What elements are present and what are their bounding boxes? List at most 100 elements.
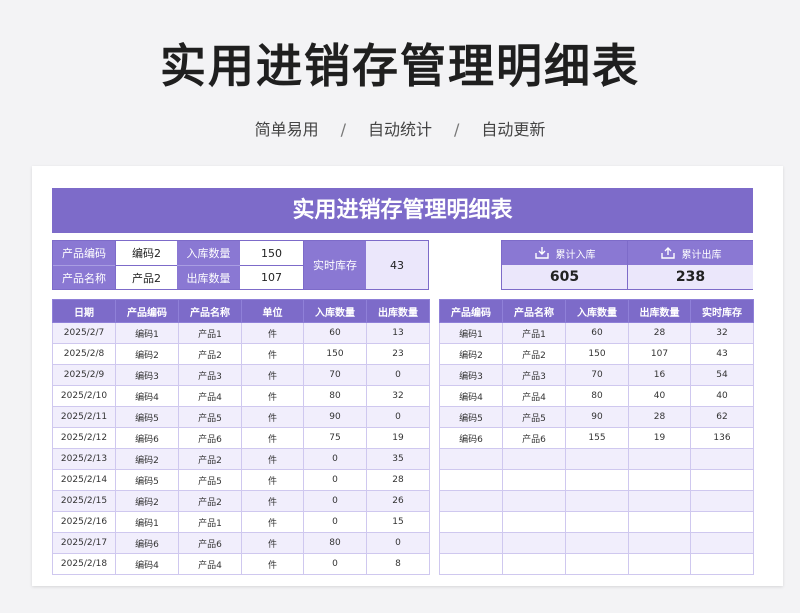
table-cell[interactable]: 编码1 [115, 511, 179, 533]
table-cell[interactable]: 编码2 [115, 343, 179, 365]
table-cell[interactable]: 19 [628, 427, 691, 449]
table-cell[interactable]: 2025/2/10 [52, 385, 116, 407]
table-cell[interactable]: 155 [565, 427, 629, 449]
table-cell[interactable] [565, 511, 629, 533]
table-cell[interactable]: 90 [565, 406, 629, 428]
table-cell[interactable]: 2025/2/16 [52, 511, 116, 533]
table-cell[interactable]: 产品2 [178, 490, 242, 512]
table-cell[interactable] [565, 469, 629, 491]
table-cell[interactable]: 编码2 [115, 448, 179, 470]
table-cell[interactable]: 60 [303, 322, 367, 344]
table-cell[interactable]: 40 [690, 385, 754, 407]
table-cell[interactable]: 43 [690, 343, 754, 365]
table-cell[interactable]: 26 [366, 490, 430, 512]
table-cell[interactable]: 13 [366, 322, 430, 344]
table-cell[interactable]: 62 [690, 406, 754, 428]
table-cell[interactable]: 编码4 [115, 553, 179, 575]
table-cell[interactable]: 2025/2/18 [52, 553, 116, 575]
table-cell[interactable]: 产品5 [502, 406, 566, 428]
table-cell[interactable] [565, 553, 629, 575]
table-cell[interactable] [690, 532, 754, 554]
table-cell[interactable]: 产品2 [178, 448, 242, 470]
table-cell[interactable] [690, 469, 754, 491]
table-cell[interactable]: 产品3 [502, 364, 566, 386]
table-cell[interactable]: 产品5 [178, 406, 242, 428]
table-cell[interactable]: 编码1 [115, 322, 179, 344]
table-cell[interactable]: 150 [303, 343, 367, 365]
table-cell[interactable] [439, 448, 503, 470]
table-cell[interactable] [502, 553, 566, 575]
table-cell[interactable]: 编码6 [115, 532, 179, 554]
table-cell[interactable]: 0 [366, 364, 430, 386]
table-cell[interactable] [439, 532, 503, 554]
table-cell[interactable]: 产品3 [178, 364, 242, 386]
table-cell[interactable]: 产品2 [502, 343, 566, 365]
table-cell[interactable]: 80 [303, 532, 367, 554]
table-cell[interactable]: 2025/2/7 [52, 322, 116, 344]
table-cell[interactable]: 80 [565, 385, 629, 407]
table-cell[interactable]: 件 [241, 322, 304, 344]
table-cell[interactable]: 产品6 [502, 427, 566, 449]
table-cell[interactable]: 2025/2/11 [52, 406, 116, 428]
table-cell[interactable]: 23 [366, 343, 430, 365]
table-cell[interactable]: 2025/2/9 [52, 364, 116, 386]
table-cell[interactable]: 件 [241, 343, 304, 365]
table-cell[interactable] [690, 553, 754, 575]
table-cell[interactable]: 产品1 [178, 511, 242, 533]
table-cell[interactable]: 90 [303, 406, 367, 428]
table-cell[interactable]: 编码4 [439, 385, 503, 407]
table-cell[interactable]: 2025/2/15 [52, 490, 116, 512]
table-cell[interactable]: 15 [366, 511, 430, 533]
table-cell[interactable] [502, 448, 566, 470]
table-cell[interactable]: 件 [241, 553, 304, 575]
table-cell[interactable]: 60 [565, 322, 629, 344]
table-cell[interactable]: 16 [628, 364, 691, 386]
table-cell[interactable]: 件 [241, 532, 304, 554]
table-cell[interactable]: 编码3 [439, 364, 503, 386]
table-cell[interactable]: 32 [366, 385, 430, 407]
table-cell[interactable] [439, 490, 503, 512]
table-cell[interactable]: 150 [565, 343, 629, 365]
table-cell[interactable]: 0 [366, 406, 430, 428]
table-cell[interactable]: 0 [303, 511, 367, 533]
table-cell[interactable] [565, 490, 629, 512]
table-cell[interactable]: 0 [303, 553, 367, 575]
table-cell[interactable]: 件 [241, 406, 304, 428]
table-cell[interactable] [565, 448, 629, 470]
table-cell[interactable] [628, 532, 691, 554]
table-cell[interactable] [690, 448, 754, 470]
table-cell[interactable] [565, 532, 629, 554]
table-cell[interactable]: 件 [241, 385, 304, 407]
table-cell[interactable]: 产品2 [178, 343, 242, 365]
table-cell[interactable]: 产品1 [178, 322, 242, 344]
table-cell[interactable]: 2025/2/14 [52, 469, 116, 491]
table-cell[interactable]: 产品5 [178, 469, 242, 491]
table-cell[interactable] [690, 490, 754, 512]
table-cell[interactable]: 40 [628, 385, 691, 407]
table-cell[interactable]: 编码5 [439, 406, 503, 428]
table-cell[interactable]: 54 [690, 364, 754, 386]
table-cell[interactable] [439, 553, 503, 575]
table-cell[interactable]: 件 [241, 427, 304, 449]
table-cell[interactable] [628, 448, 691, 470]
table-cell[interactable]: 70 [303, 364, 367, 386]
table-cell[interactable]: 件 [241, 511, 304, 533]
table-cell[interactable] [439, 511, 503, 533]
table-cell[interactable]: 136 [690, 427, 754, 449]
table-cell[interactable] [690, 511, 754, 533]
table-cell[interactable] [502, 490, 566, 512]
table-cell[interactable]: 28 [628, 322, 691, 344]
table-cell[interactable]: 件 [241, 469, 304, 491]
table-cell[interactable]: 0 [303, 469, 367, 491]
table-cell[interactable]: 件 [241, 490, 304, 512]
table-cell[interactable]: 2025/2/8 [52, 343, 116, 365]
table-cell[interactable]: 75 [303, 427, 367, 449]
table-cell[interactable]: 28 [366, 469, 430, 491]
table-cell[interactable] [439, 469, 503, 491]
table-cell[interactable]: 19 [366, 427, 430, 449]
table-cell[interactable] [628, 469, 691, 491]
table-cell[interactable]: 35 [366, 448, 430, 470]
table-cell[interactable] [628, 490, 691, 512]
table-cell[interactable]: 2025/2/13 [52, 448, 116, 470]
table-cell[interactable] [502, 511, 566, 533]
